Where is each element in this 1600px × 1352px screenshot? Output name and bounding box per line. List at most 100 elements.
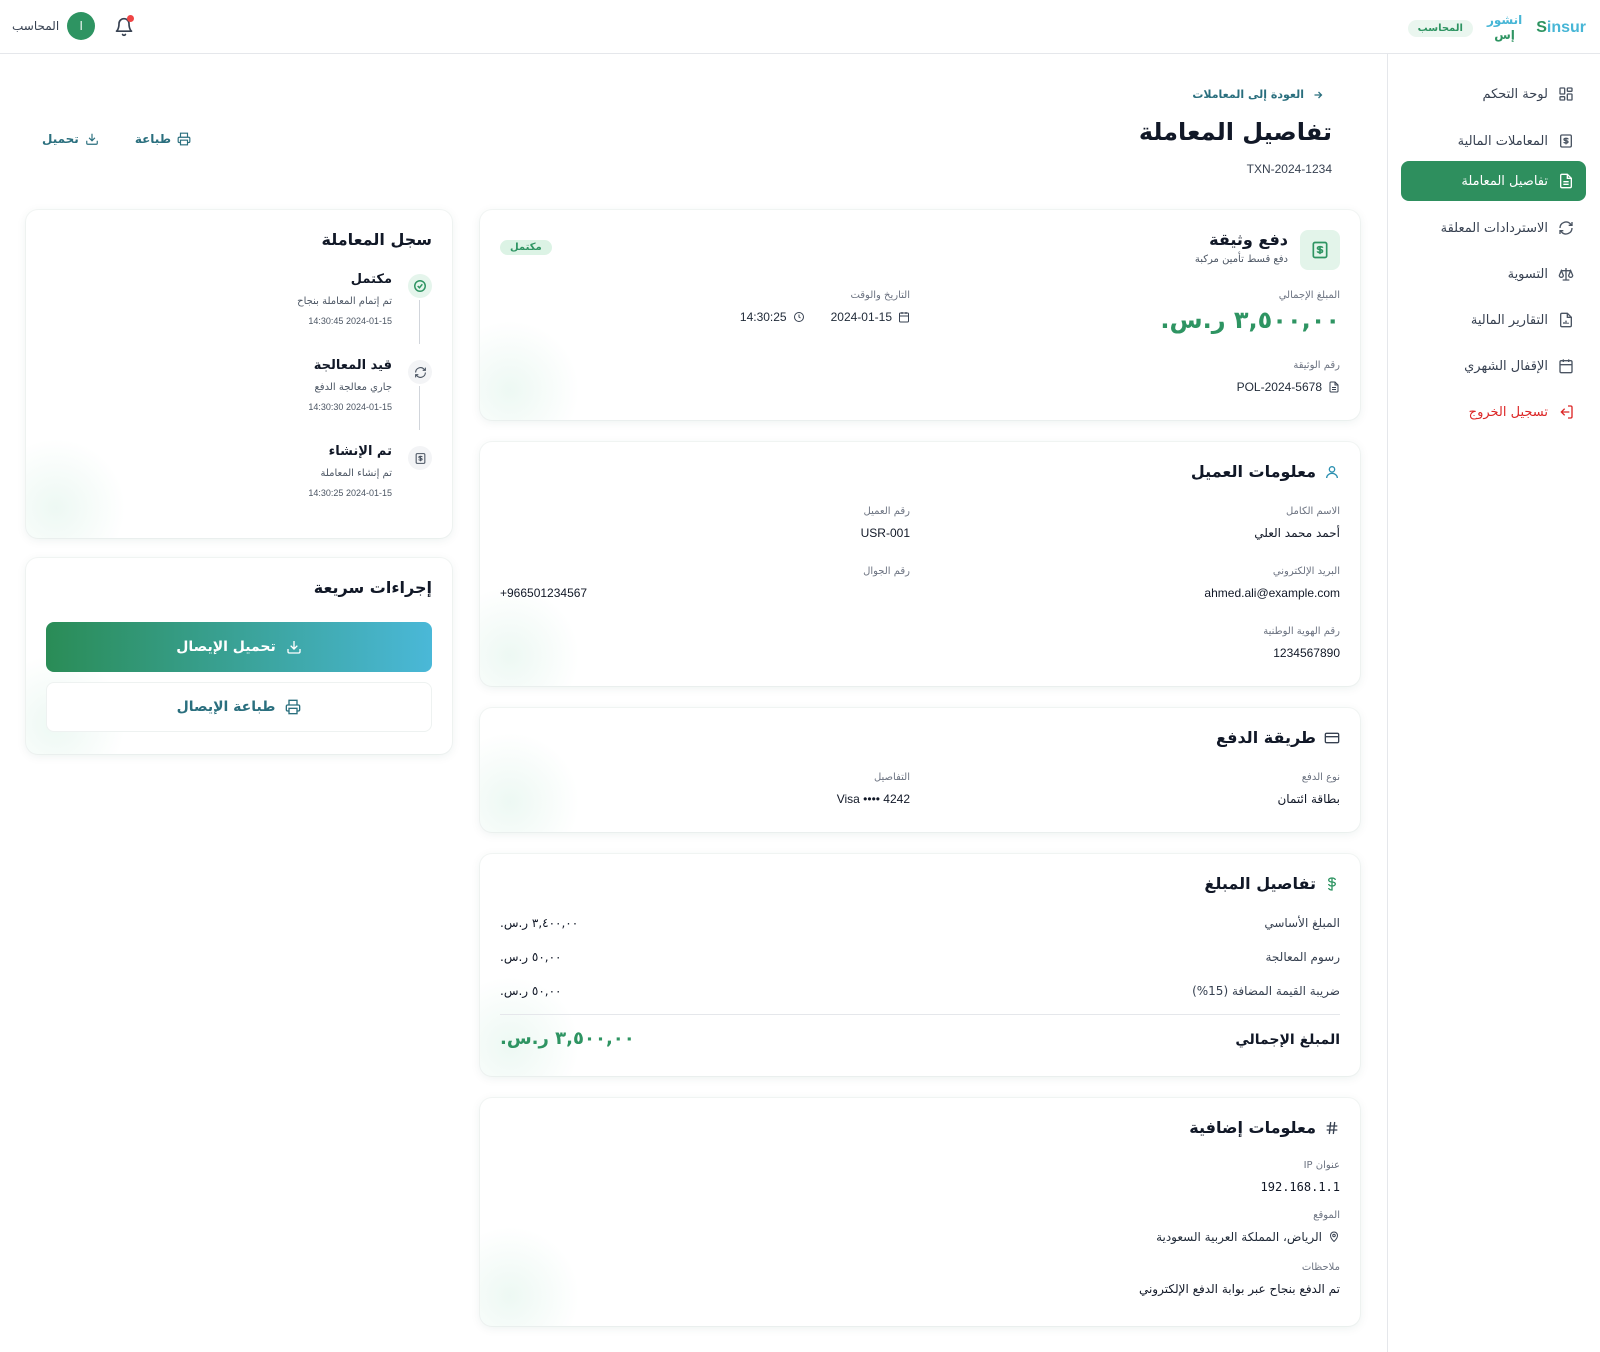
check-circle-icon [414, 280, 426, 292]
timeline-event-title: قيد المعالجة [313, 358, 392, 373]
payment-method-title: طريقة الدفع [1216, 728, 1340, 747]
brand[interactable]: S insur انشور إس المحاسب [1407, 8, 1586, 48]
additional-info-title-text: معلومات إضافية [1189, 1118, 1316, 1137]
download-receipt-label: تحميل الإيصال [176, 639, 276, 655]
brand-logo-text: insur [1546, 19, 1586, 36]
user-menu[interactable]: المحاسب ا [12, 12, 96, 40]
document-icon [1329, 381, 1339, 393]
additional-info-title: معلومات إضافية [1189, 1118, 1340, 1137]
amount-total-value: ٣,٥٠٠,٠٠ ر.س. [500, 1028, 635, 1049]
timeline-event-desc: جاري معالجة الدفع [314, 382, 392, 393]
print-receipt-button[interactable]: طباعة الإيصال [46, 682, 432, 732]
policy-number-label: رقم الوثيقة [1293, 360, 1340, 371]
timeline-event-time: 2024-01-15 14:30:45 [308, 316, 392, 326]
timeline-created-marker [408, 446, 432, 470]
timeline-event-time: 2024-01-15 14:30:30 [308, 402, 392, 412]
sidebar-item-monthly-closing[interactable]: الإقفال الشهري [1401, 346, 1586, 386]
notification-dot [127, 15, 134, 22]
date-value: 2024-01-15 [830, 310, 892, 324]
sidebar: لوحة التحكم المعاملات المالية تفاصيل الم… [1387, 54, 1600, 1352]
ip-address-value: 192.168.1.1 [1260, 1180, 1340, 1194]
location-value: الرياض، المملكة العربية السعودية [1156, 1230, 1322, 1244]
user-name: المحاسب [12, 19, 60, 33]
processing-fee-value: ٥٠,٠٠ ر.س. [500, 950, 562, 964]
back-to-transactions-link[interactable]: العودة إلى المعاملات [1184, 84, 1332, 105]
sidebar-item-label: تفاصيل المعاملة [1461, 173, 1548, 189]
base-amount-value: ٣,٤٠٠,٠٠ ر.س. [500, 916, 579, 930]
timeline-event-desc: تم إتمام المعاملة بنجاح [297, 296, 392, 307]
sidebar-item-logout[interactable]: تسجيل الخروج [1401, 392, 1586, 432]
timeline-event-title: مكتمل [350, 272, 392, 287]
location-group: الرياض، المملكة العربية السعودية [1156, 1230, 1340, 1244]
location-label: الموقع [1313, 1210, 1340, 1221]
ip-address-label: عنوان IP [1303, 1160, 1340, 1171]
printer-icon [286, 699, 301, 715]
brand-ar-line1: انشور [1486, 13, 1523, 27]
top-header: S insur انشور إس المحاسب المحاسب ا [0, 0, 1600, 54]
dashboard-icon [1559, 87, 1573, 101]
page-title: تفاصيل المعاملة [1138, 118, 1332, 146]
vat-label: ضريبة القيمة المضافة (15%) [1192, 984, 1340, 998]
sidebar-item-financial-transactions[interactable]: المعاملات المالية [1401, 121, 1586, 161]
policy-number-group: POL-2024-5678 [1237, 380, 1340, 394]
customer-id-label: رقم العميل [863, 506, 910, 517]
date-value-group: 2024-01-15 [831, 310, 910, 324]
mobile-value[interactable]: +966501234567 [500, 586, 587, 600]
notes-label: ملاحظات [1301, 1262, 1340, 1273]
scale-icon [1558, 268, 1574, 281]
download-label: تحميل [42, 132, 79, 146]
amount-total-label: المبلغ الإجمالي [1235, 1032, 1340, 1048]
status-badge: مكتمل [500, 240, 552, 255]
avatar: ا [67, 12, 96, 40]
user-icon [1326, 465, 1338, 478]
time-value-group: 14:30:25 [740, 310, 805, 324]
download-icon [287, 641, 301, 654]
sidebar-item-pending-refunds[interactable]: الاستردادات المعلقة [1401, 208, 1586, 248]
customer-info-card: معلومات العميل الاسم الكامل أحمد محمد ال… [480, 442, 1360, 686]
sidebar-item-settlement[interactable]: التسوية [1401, 254, 1586, 294]
email-value[interactable]: ahmed.ali@example.com [1204, 586, 1340, 600]
summary-subtitle: دفع قسط تأمين مركبة [1194, 254, 1288, 265]
print-receipt-label: طباعة الإيصال [176, 699, 276, 715]
sidebar-item-label: لوحة التحكم [1482, 86, 1548, 102]
total-amount-value: ٣,٥٠٠,٠٠ ر.س. [1160, 306, 1340, 334]
total-amount-label: المبلغ الإجمالي [1278, 290, 1340, 301]
dollar-icon [1327, 876, 1337, 891]
transaction-log-card: سجل المعاملة مكتمل تم إتمام المعاملة بنج… [26, 210, 452, 538]
quick-actions-card: إجراءات سريعة تحميل الإيصال طباعة الإيصا… [26, 558, 452, 754]
notifications-button[interactable] [112, 14, 134, 38]
dollar-document-icon [415, 452, 425, 464]
payment-details-label: التفاصيل [873, 772, 910, 783]
brand-logo-en: S insur [1532, 19, 1586, 37]
sidebar-item-financial-reports[interactable]: التقارير المالية [1401, 300, 1586, 340]
printer-icon [177, 132, 191, 146]
timeline-event-title: تم الإنشاء [328, 444, 392, 459]
timeline-event-desc: تم إنشاء المعاملة [320, 468, 392, 479]
quick-actions-title: إجراءات سريعة [313, 578, 432, 597]
notes-value: تم الدفع بنجاح عبر بوابة الدفع الإلكترون… [1138, 1282, 1340, 1296]
print-label: طباعة [134, 132, 171, 146]
national-id-value: 1234567890 [1273, 646, 1340, 660]
full-name-value: أحمد محمد العلي [1254, 526, 1340, 540]
transaction-summary-card: دفع وثيقة دفع قسط تأمين مركبة مكتمل المب… [480, 210, 1360, 420]
additional-info-card: معلومات إضافية عنوان IP 192.168.1.1 المو… [480, 1098, 1360, 1326]
processing-fee-label: رسوم المعالجة [1265, 950, 1340, 964]
refresh-icon [414, 366, 426, 378]
print-button[interactable]: طباعة [122, 126, 203, 152]
datetime-label: التاريخ والوقت [850, 290, 910, 301]
email-label: البريد الإلكتروني [1272, 566, 1340, 577]
sidebar-item-transaction-details[interactable]: تفاصيل المعاملة [1401, 161, 1586, 201]
clock-icon [793, 312, 804, 322]
download-receipt-button[interactable]: تحميل الإيصال [46, 622, 432, 672]
sidebar-item-dashboard[interactable]: لوحة التحكم [1401, 74, 1586, 114]
full-name-label: الاسم الكامل [1285, 506, 1340, 517]
national-id-label: رقم الهوية الوطنية [1263, 626, 1340, 637]
download-button[interactable]: تحميل [30, 126, 111, 152]
document-icon [1560, 173, 1572, 189]
amount-details-card: تفاصيل المبلغ المبلغ الأساسي ٣,٤٠٠,٠٠ ر.… [480, 854, 1360, 1076]
credit-card-icon [1324, 732, 1340, 743]
brand-ar-line2: إس [1494, 28, 1515, 42]
financial-transactions-icon [1560, 134, 1572, 148]
payment-type-badge [1300, 230, 1340, 270]
customer-id-value: USR-001 [860, 526, 910, 540]
